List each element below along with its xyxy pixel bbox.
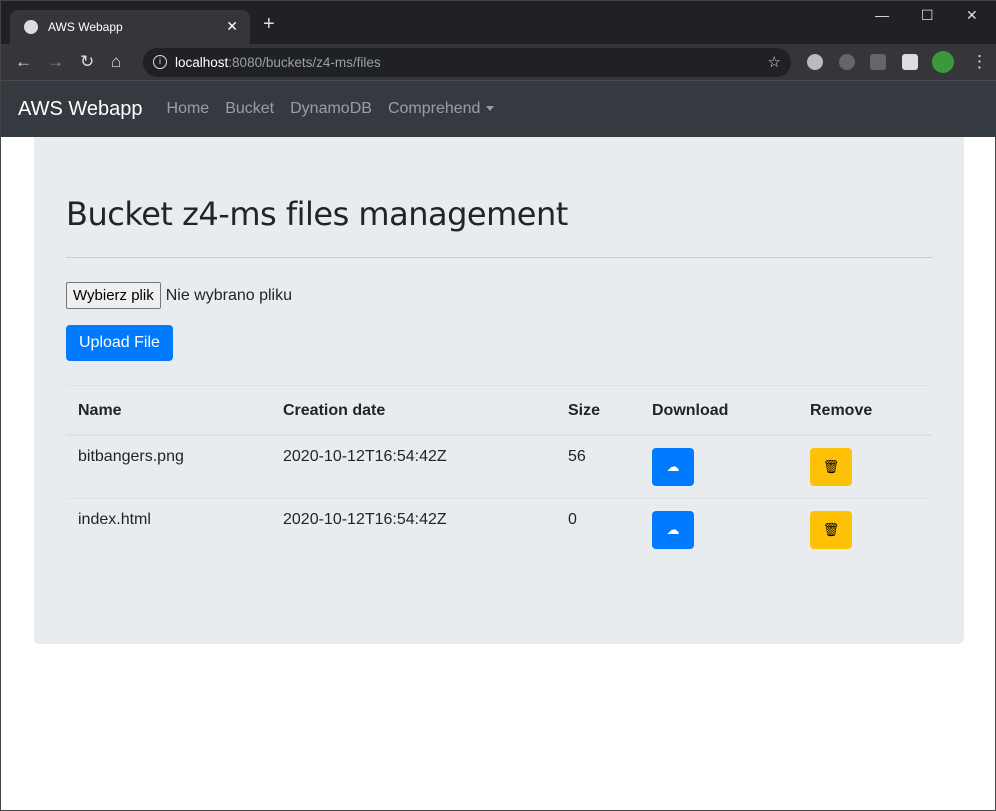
nav-home[interactable]: Home [167, 100, 210, 118]
jumbotron: Bucket z4-ms files management Wybierz pl… [34, 137, 964, 644]
header-date: Creation date [271, 385, 556, 436]
files-table: Name Creation date Size Download Remove … [66, 385, 932, 562]
navbar: AWS Webapp Home Bucket DynamoDB Comprehe… [1, 81, 996, 137]
download-button[interactable]: ☁ [652, 448, 694, 486]
cloud-download-icon: ☁ [666, 459, 680, 474]
file-size: 0 [556, 498, 640, 562]
download-button[interactable]: ☁ [652, 511, 694, 549]
info-icon[interactable]: i [153, 55, 167, 69]
cloud-download-icon: ☁ [666, 522, 680, 537]
new-tab-button[interactable]: + [263, 13, 275, 36]
menu-icon[interactable]: ⋮ [971, 52, 988, 72]
address-bar[interactable]: i localhost:8080/buckets/z4-ms/files ☆ [143, 48, 791, 77]
remove-button[interactable]: 🗑 [810, 511, 852, 549]
remove-button[interactable]: 🗑 [810, 448, 852, 486]
header-remove: Remove [798, 385, 932, 436]
file-name: index.html [66, 498, 271, 562]
header-name: Name [66, 385, 271, 436]
divider [66, 257, 932, 258]
file-name: bitbangers.png [66, 434, 271, 499]
page-title: Bucket z4-ms files management [66, 195, 568, 233]
browser-tab[interactable]: AWS Webapp ✕ [10, 10, 250, 44]
back-icon[interactable]: ← [15, 52, 32, 72]
avatar[interactable] [932, 51, 954, 73]
reload-icon[interactable]: ↻ [80, 52, 94, 72]
brand[interactable]: AWS Webapp [18, 98, 143, 121]
maximize-button[interactable]: ☐ [921, 7, 934, 24]
extension-icon[interactable] [839, 54, 855, 70]
tab-title: AWS Webapp [48, 20, 123, 34]
no-file-label: Nie wybrano pliku [165, 286, 292, 304]
file-date: 2020-10-12T16:54:42Z [271, 498, 556, 562]
table-row: index.html 2020-10-12T16:54:42Z 0 ☁ 🗑 [66, 498, 932, 562]
nav-dynamodb[interactable]: DynamoDB [290, 100, 372, 118]
star-icon[interactable]: ☆ [768, 53, 781, 71]
upload-file-button[interactable]: Upload File [66, 325, 173, 361]
extension-icon[interactable] [807, 54, 823, 70]
globe-icon [24, 20, 38, 34]
forward-icon[interactable]: → [47, 52, 64, 72]
file-input[interactable]: Wybierz plik Nie wybrano pliku [66, 282, 932, 309]
extension-p-icon[interactable] [870, 54, 886, 70]
home-icon[interactable]: ⌂ [111, 52, 121, 72]
file-size: 56 [556, 434, 640, 499]
table-row: bitbangers.png 2020-10-12T16:54:42Z 56 ☁… [66, 434, 932, 499]
choose-file-button[interactable]: Wybierz plik [66, 282, 161, 309]
header-size: Size [556, 385, 640, 436]
close-tab-icon[interactable]: ✕ [226, 18, 238, 35]
close-window-button[interactable]: ✕ [966, 7, 978, 24]
header-download: Download [640, 385, 798, 436]
nav-bucket[interactable]: Bucket [225, 100, 274, 118]
minimize-button[interactable]: — [875, 7, 889, 23]
title-bar: AWS Webapp ✕ + — ☐ ✕ [1, 1, 996, 44]
caret-down-icon [486, 106, 495, 112]
browser-toolbar: ← → ↻ ⌂ i localhost:8080/buckets/z4-ms/fi… [1, 44, 996, 81]
trash-icon: 🗑 [822, 459, 840, 474]
trash-icon: 🗑 [822, 522, 840, 537]
file-date: 2020-10-12T16:54:42Z [271, 434, 556, 499]
nav-comprehend[interactable]: Comprehend [388, 100, 495, 118]
puzzle-icon[interactable] [902, 54, 918, 70]
